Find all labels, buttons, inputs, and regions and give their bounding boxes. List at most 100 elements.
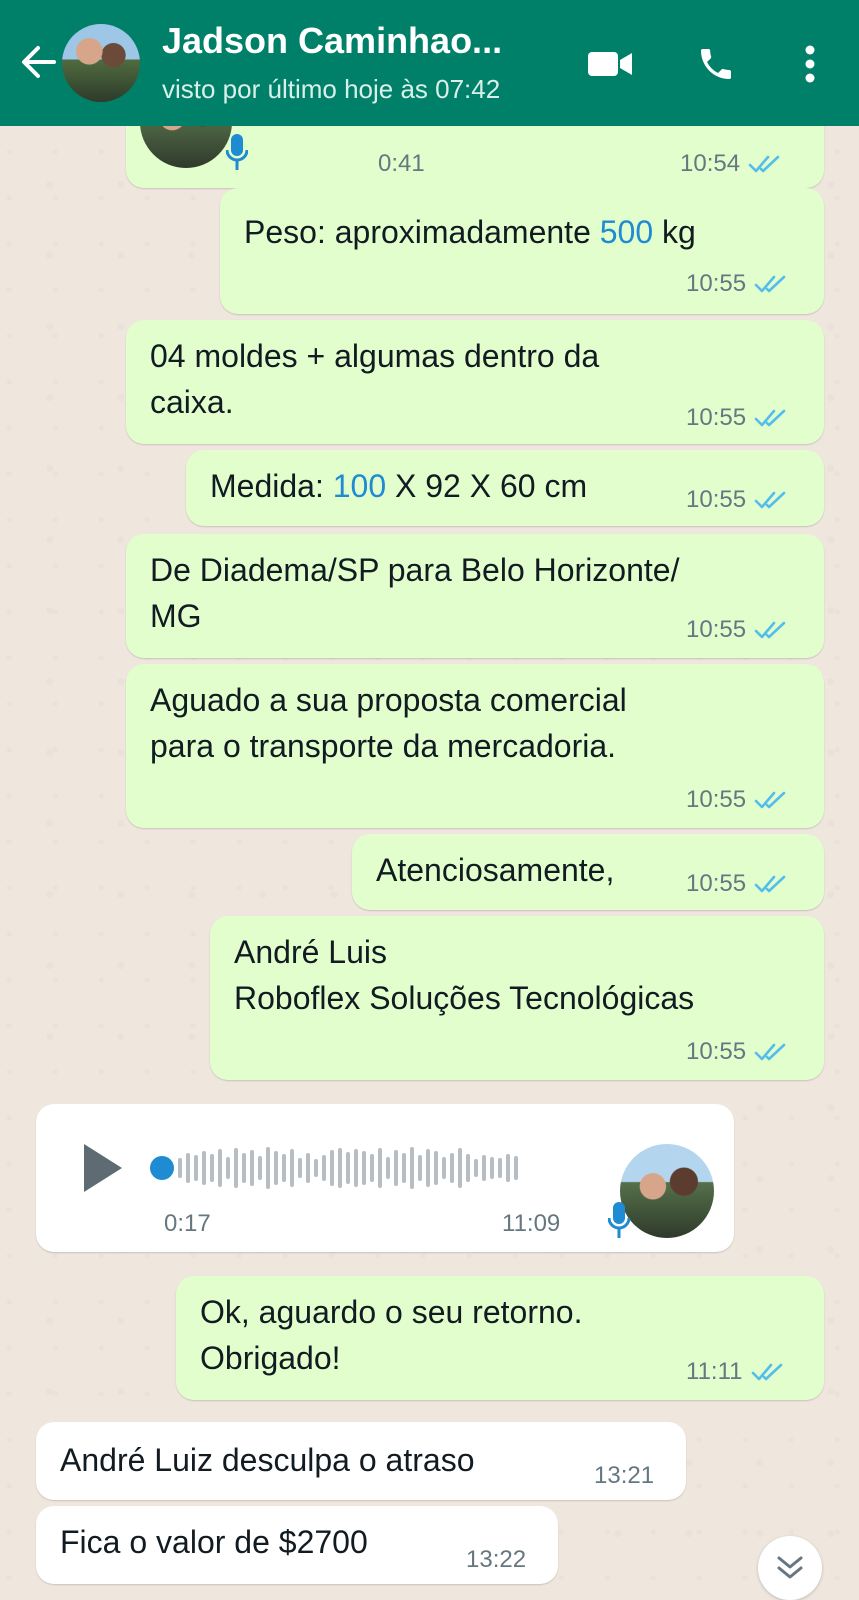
- message-text-line1: Aguado a sua proposta comercial: [150, 682, 627, 718]
- waveform-bar: [386, 1157, 390, 1179]
- waveform-bar: [266, 1147, 270, 1189]
- waveform-bar: [242, 1153, 246, 1183]
- waveform-bar: [226, 1157, 230, 1179]
- message-time: 10:55: [686, 404, 747, 431]
- read-ticks-icon: [748, 155, 780, 173]
- waveform-bar: [330, 1150, 334, 1186]
- waveform-bar: [314, 1159, 318, 1177]
- waveform-bar: [298, 1158, 302, 1178]
- waveform-bar: [450, 1153, 454, 1183]
- message-meta: 10:55: [686, 486, 788, 514]
- waveform-bar: [434, 1151, 438, 1185]
- message-text: André Luiz desculpa o atraso: [60, 1442, 475, 1478]
- waveform-bar: [234, 1148, 238, 1188]
- message-time: 13:21: [594, 1462, 655, 1489]
- waveform-bar: [506, 1154, 510, 1182]
- highlighted-number[interactable]: 500: [600, 214, 653, 250]
- message-text: Medida: 100 X 92 X 60 cm: [210, 468, 588, 504]
- message-incoming[interactable]: André Luiz desculpa o atraso 13:21: [36, 1422, 686, 1500]
- double-chevron-down-icon: [777, 1556, 803, 1579]
- video-call-icon[interactable]: [584, 38, 636, 90]
- contact-name[interactable]: Jadson Caminhao...: [162, 20, 502, 62]
- message-outgoing[interactable]: Peso: aproximadamente 500 kg 10:55: [220, 188, 824, 314]
- waveform-bar: [418, 1155, 422, 1181]
- message-meta: 10:55: [686, 270, 788, 298]
- sender-avatar: [620, 1144, 714, 1238]
- waveform-bar: [354, 1149, 358, 1187]
- waveform-bar: [490, 1157, 494, 1179]
- message-time: 11:09: [502, 1210, 561, 1237]
- waveform-bar: [194, 1155, 198, 1181]
- waveform-bar: [426, 1149, 430, 1187]
- waveform-bar: [394, 1150, 398, 1186]
- audio-waveform[interactable]: [178, 1144, 518, 1192]
- microphone-icon: [607, 1200, 631, 1245]
- waveform-bar: [362, 1151, 366, 1185]
- back-arrow-icon[interactable]: [16, 40, 60, 84]
- message-time: 10:55: [686, 870, 747, 897]
- message-outgoing[interactable]: Medida: 100 X 92 X 60 cm 10:55: [186, 450, 824, 526]
- message-text-line2: Obrigado!: [200, 1340, 341, 1376]
- message-text-line2: Roboflex Soluções Tecnológicas: [234, 980, 695, 1016]
- waveform-bar: [258, 1156, 262, 1180]
- waveform-bar: [322, 1155, 326, 1181]
- waveform-bar: [514, 1156, 518, 1180]
- play-icon[interactable]: [82, 1142, 124, 1199]
- message-time: 10:55: [686, 786, 747, 813]
- chat-header: Jadson Caminhao... visto por último hoje…: [0, 0, 859, 126]
- message-outgoing[interactable]: De Diadema/SP para Belo Horizonte/ MG 10…: [126, 534, 824, 658]
- waveform-bar: [274, 1151, 278, 1185]
- message-meta: 10:55: [686, 404, 788, 432]
- scroll-to-bottom-button[interactable]: [758, 1536, 822, 1600]
- waveform-bar: [210, 1154, 214, 1182]
- message-text: Peso: aproximadamente 500 kg: [244, 214, 696, 250]
- message-text-line2: caixa.: [150, 384, 234, 420]
- message-time: 10:55: [686, 486, 747, 513]
- audio-duration: 0:17: [164, 1210, 211, 1237]
- message-time: 10:55: [686, 1038, 747, 1065]
- phone-icon[interactable]: [690, 38, 742, 90]
- message-meta: 10:55: [686, 616, 788, 644]
- audio-message-incoming[interactable]: 0:17 11:09: [36, 1104, 734, 1252]
- waveform-bar: [442, 1157, 446, 1179]
- message-outgoing[interactable]: 04 moldes + algumas dentro da caixa. 10:…: [126, 320, 824, 444]
- waveform-bar: [378, 1148, 382, 1188]
- message-outgoing[interactable]: Ok, aguardo o seu retorno. Obrigado! 11:…: [176, 1276, 824, 1400]
- message-outgoing[interactable]: Aguado a sua proposta comercial para o t…: [126, 664, 824, 828]
- waveform-bar: [482, 1155, 486, 1181]
- waveform-bar: [346, 1152, 350, 1184]
- waveform-bar: [202, 1151, 206, 1185]
- message-meta: 11:11: [686, 1358, 785, 1386]
- waveform-bar: [338, 1148, 342, 1188]
- contact-avatar[interactable]: [62, 24, 140, 102]
- message-incoming[interactable]: Fica o valor de $2700 13:22: [36, 1506, 558, 1584]
- message-text-line1: 04 moldes + algumas dentro da: [150, 338, 600, 374]
- waveform-bar: [458, 1148, 462, 1188]
- read-ticks-icon: [751, 1363, 782, 1381]
- waveform-bar: [402, 1153, 406, 1183]
- waveform-bar: [474, 1159, 478, 1177]
- audio-progress-knob[interactable]: [150, 1156, 174, 1180]
- waveform-bar: [186, 1153, 190, 1183]
- waveform-bar: [498, 1158, 502, 1178]
- waveform-bar: [218, 1149, 222, 1187]
- message-text-line1: André Luis: [234, 934, 387, 970]
- read-ticks-icon: [754, 491, 786, 509]
- more-options-icon[interactable]: [784, 38, 836, 90]
- message-time: 13:22: [466, 1546, 527, 1573]
- waveform-bar: [282, 1154, 286, 1182]
- message-text-line2: MG: [150, 598, 202, 634]
- message-outgoing[interactable]: Atenciosamente, 10:55: [352, 834, 824, 910]
- waveform-bar: [178, 1158, 182, 1178]
- message-text-line2: para o transporte da mercadoria.: [150, 728, 617, 764]
- message-text-line1: Ok, aguardo o seu retorno.: [200, 1294, 583, 1330]
- read-ticks-icon: [754, 791, 786, 809]
- message-meta: 10:55: [686, 786, 788, 814]
- message-text: Atenciosamente,: [376, 852, 615, 888]
- message-text: Fica o valor de $2700: [60, 1524, 368, 1560]
- message-time: 10:55: [686, 270, 747, 297]
- waveform-bar: [250, 1150, 254, 1186]
- message-outgoing[interactable]: André Luis Roboflex Soluções Tecnológica…: [210, 916, 824, 1080]
- last-seen-status: visto por último hoje às 07:42: [162, 74, 501, 104]
- highlighted-number[interactable]: 100: [333, 468, 386, 504]
